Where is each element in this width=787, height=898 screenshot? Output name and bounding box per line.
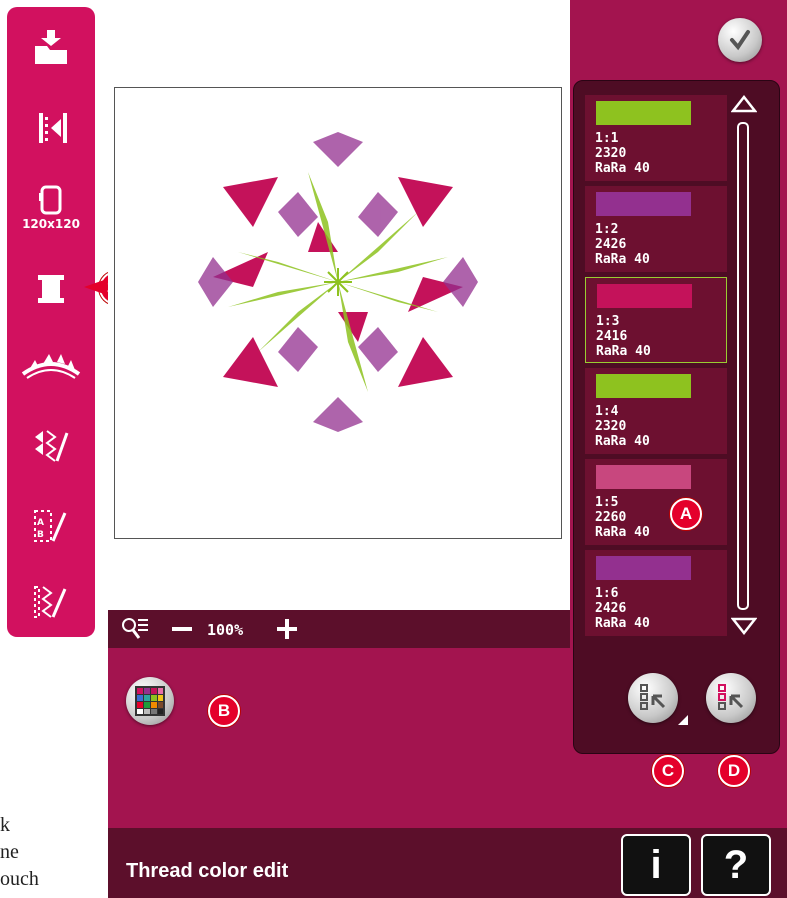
color-sort-pink-icon [718, 684, 744, 710]
color-block-3[interactable]: 1:3 2416 RaRa 40 [585, 277, 727, 363]
applique-button[interactable] [7, 417, 95, 475]
load-design-icon [35, 30, 67, 64]
color-info: 1:4 2320 RaRa 40 [595, 404, 650, 449]
color-swatch [596, 556, 691, 580]
thread-name: RaRa 40 [595, 525, 650, 540]
stitch-edit-icon [34, 586, 67, 618]
color-info: 1:5 2260 RaRa 40 [595, 495, 650, 540]
zoom-level: 100% [207, 621, 244, 639]
color-swatch [596, 374, 691, 398]
callout-c: C [652, 755, 684, 787]
applique-icon [35, 430, 69, 462]
minus-icon [172, 627, 192, 631]
color-palette-button[interactable] [126, 677, 174, 725]
color-position: 1:4 [595, 404, 619, 419]
checkmark-icon [730, 30, 750, 51]
color-info: 1:1 2320 RaRa 40 [595, 131, 650, 176]
palette-grid-icon [135, 686, 165, 716]
side-text-line: ne [0, 841, 19, 863]
corner-indicator-icon [678, 715, 688, 725]
zoom-in-button[interactable] [274, 615, 300, 643]
hoop-icon [39, 185, 62, 215]
color-position: 1:5 [595, 495, 619, 510]
scroll-down-arrow-icon[interactable] [731, 617, 757, 635]
svg-text:B: B [37, 530, 44, 540]
callout-pointer [84, 280, 104, 294]
color-swatch [596, 192, 691, 216]
callout-b: B [208, 695, 240, 727]
color-code: 2320 [595, 146, 627, 161]
zoom-out-button[interactable] [170, 615, 194, 643]
color-position: 1:3 [596, 314, 620, 329]
load-design-button[interactable] [7, 19, 95, 77]
machine-screen: 100% 1:1 2320 RaRa 40 1:2 2426 RaRa 40 1:3 24… [108, 0, 787, 898]
page-title: Thread color edit [126, 860, 289, 882]
thread-name: RaRa 40 [595, 252, 650, 267]
color-position: 1:1 [595, 131, 619, 146]
side-text: k ne ouch [0, 812, 39, 893]
thread-name: RaRa 40 [595, 161, 650, 176]
side-text-line: ouch [0, 868, 39, 890]
scroll-up-arrow-icon[interactable] [731, 95, 757, 113]
help-button[interactable]: ? [701, 834, 771, 896]
plus-icon [277, 619, 297, 639]
move-color-button-d[interactable] [706, 673, 756, 723]
color-info: 1:6 2426 RaRa 40 [595, 586, 650, 631]
color-list-panel: 1:1 2320 RaRa 40 1:2 2426 RaRa 40 1:3 2416 RaR… [573, 80, 780, 754]
zoom-options-icon[interactable] [120, 616, 150, 642]
color-code: 2320 [595, 419, 627, 434]
thread-name: RaRa 40 [595, 616, 650, 631]
zoom-bar: 100% [108, 610, 570, 648]
hoop-size-label: 120x120 [22, 217, 80, 231]
color-block-1[interactable]: 1:1 2320 RaRa 40 [585, 95, 727, 181]
color-swatch [596, 465, 691, 489]
design-shaping-button[interactable] [7, 337, 95, 395]
color-code: 2426 [595, 237, 627, 252]
left-toolbar: 120x120 A B [7, 7, 95, 637]
color-sort-icon [640, 684, 666, 710]
color-swatch [597, 284, 692, 308]
top-area [108, 0, 570, 82]
color-position: 1:2 [595, 222, 619, 237]
color-info: 1:2 2426 RaRa 40 [595, 222, 650, 267]
svg-text:A: A [37, 518, 44, 528]
ok-button[interactable] [718, 18, 762, 62]
color-swatch [596, 101, 691, 125]
center-star [324, 268, 352, 296]
side-text-line: k [0, 814, 10, 836]
text-edit-button[interactable]: A B [7, 497, 95, 555]
mirror-icon [39, 113, 67, 143]
color-block-5[interactable]: 1:5 2260 RaRa 40 [585, 459, 727, 545]
thread-color-button[interactable] [7, 260, 95, 318]
move-color-button-c[interactable] [628, 673, 678, 723]
color-code: 2416 [596, 329, 628, 344]
text-edit-icon: A B [34, 510, 67, 542]
embroidery-design [198, 132, 478, 432]
stitch-edit-button[interactable] [7, 573, 95, 631]
callout-a: A [670, 498, 702, 530]
color-block-6[interactable]: 1:6 2426 RaRa 40 [585, 550, 727, 636]
color-block-2[interactable]: 1:2 2426 RaRa 40 [585, 186, 727, 272]
thread-spool-icon [38, 275, 64, 303]
design-shaping-icon [21, 354, 81, 379]
color-position: 1:6 [595, 586, 619, 601]
color-code: 2260 [595, 510, 627, 525]
info-button[interactable]: i [621, 834, 691, 896]
thread-name: RaRa 40 [595, 434, 650, 449]
mirror-button[interactable] [7, 99, 95, 157]
color-block-4[interactable]: 1:4 2320 RaRa 40 [585, 368, 727, 454]
color-code: 2426 [595, 601, 627, 616]
thread-name: RaRa 40 [596, 344, 651, 359]
scrollbar[interactable] [737, 122, 749, 610]
callout-d: D [718, 755, 750, 787]
color-info: 1:3 2416 RaRa 40 [596, 314, 651, 359]
hoop-selection-button[interactable]: 120x120 [7, 179, 95, 237]
embroidery-canvas[interactable] [108, 82, 570, 610]
